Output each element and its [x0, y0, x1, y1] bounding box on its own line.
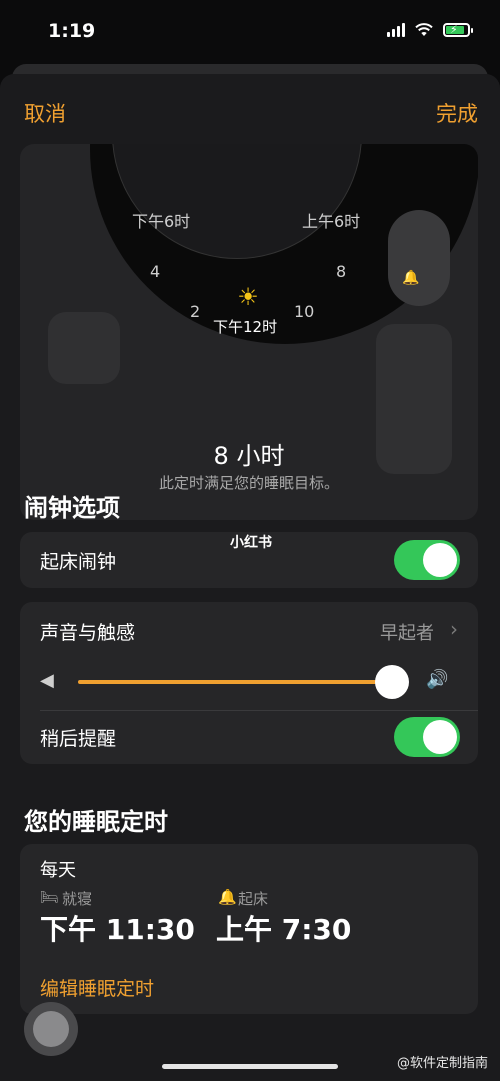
- status-time: 1:19: [48, 20, 96, 42]
- volume-high-icon: 🔊: [426, 669, 449, 690]
- wifi-icon: [415, 23, 433, 36]
- bell-icon: 🔔: [402, 270, 420, 286]
- status-icons: ⚡: [387, 22, 473, 37]
- wake-alarm-toggle[interactable]: [394, 540, 460, 580]
- status-bar: 1:19 ⚡: [0, 0, 500, 70]
- sound-value[interactable]: 早起者: [380, 619, 434, 645]
- watermark-top: 小红书: [230, 535, 272, 551]
- done-button[interactable]: 完成: [436, 98, 478, 128]
- battery-icon: ⚡: [443, 22, 473, 37]
- watermark-bottom: @软件定制指南: [396, 1056, 488, 1071]
- schedule-frequency: 每天: [40, 860, 76, 881]
- sound-haptics-label[interactable]: 声音与触感: [40, 618, 135, 645]
- wake-handle[interactable]: [388, 210, 450, 306]
- edit-sleep-schedule-link[interactable]: 编辑睡眠定时: [40, 974, 154, 1001]
- bedtime-value: 下午 11:30: [40, 913, 195, 946]
- dial-number-2: 2: [190, 302, 201, 321]
- bedtime-label: 就寝: [62, 890, 93, 908]
- ghost-overlay-square: [48, 312, 120, 384]
- volume-slider-track[interactable]: [78, 680, 392, 684]
- home-indicator[interactable]: [162, 1064, 338, 1069]
- cellular-signal-icon: [387, 22, 405, 37]
- dial-label-noon: 下午12时: [213, 318, 278, 336]
- cancel-button[interactable]: 取消: [24, 98, 66, 128]
- sleep-schedule-title: 您的睡眠定时: [24, 808, 168, 836]
- divider: [40, 710, 478, 711]
- wake-value: 上午 7:30: [216, 913, 352, 946]
- volume-slider-knob[interactable]: [374, 665, 409, 699]
- dial-label-6pm: 下午6时: [132, 212, 191, 231]
- snooze-toggle[interactable]: [394, 717, 460, 757]
- dial-number-10: 10: [294, 302, 315, 321]
- snooze-label: 稍后提醒: [40, 728, 117, 750]
- sleep-schedule-sheet: 取消 完成 下午6时 上午6时 4 8 2 10 ☀ 下午12时 🔔 8 小时 …: [0, 74, 500, 1081]
- dial-number-4: 4: [150, 262, 161, 281]
- chevron-right-icon[interactable]: ›: [450, 617, 458, 641]
- sleep-schedule-card: 每天 🛏 就寝 下午 11:30 🔔 起床 上午 7:30 编辑睡眠定时: [20, 844, 478, 1014]
- sleep-duration: 8 小时: [213, 442, 285, 470]
- volume-low-icon: ◀: [40, 670, 54, 691]
- alarm-settings-card: 声音与触感 早起者 › ◀ 🔊 稍后提醒: [20, 602, 478, 764]
- alarm-options-title: 闹钟选项: [24, 494, 120, 522]
- wake-alarm-label: 起床闹钟: [40, 551, 117, 573]
- sun-icon: ☀: [237, 283, 259, 311]
- assistive-touch-button[interactable]: [24, 1002, 78, 1056]
- dial-label-6am: 上午6时: [302, 212, 361, 231]
- bed-icon: 🛏: [40, 888, 60, 906]
- wake-label: 起床: [238, 890, 269, 908]
- sleep-dial-card: 下午6时 上午6时 4 8 2 10 ☀ 下午12时 🔔 8 小时 此定时满足您…: [20, 144, 478, 520]
- dial-number-8: 8: [336, 262, 347, 281]
- alarm-bell-icon: 🔔: [218, 888, 237, 906]
